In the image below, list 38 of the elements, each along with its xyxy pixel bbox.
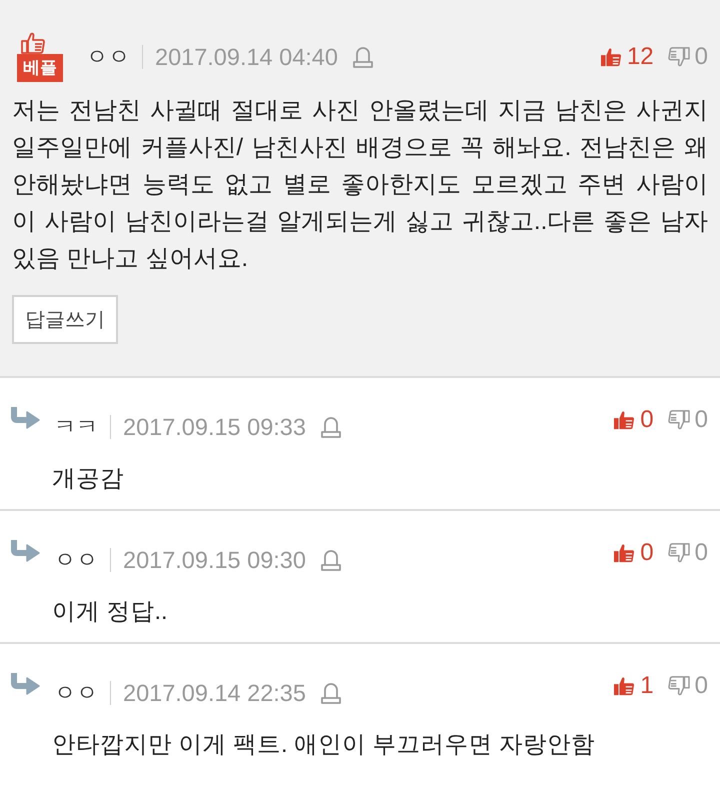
thumbs-up-icon[interactable]: [600, 47, 622, 67]
reply-arrow-icon: [10, 406, 40, 430]
dislike-count: 0: [694, 672, 708, 700]
dislike-count: 0: [694, 43, 708, 71]
author-name[interactable]: ㅇㅇ: [54, 678, 98, 708]
comment-text: 개공감: [52, 464, 125, 493]
reply-button[interactable]: 답글쓰기: [12, 295, 118, 344]
thumbs-up-icon[interactable]: [613, 410, 636, 430]
comment-date: 2017.09.15 09:33: [123, 414, 306, 440]
like-count: 1: [640, 672, 654, 700]
thumbs-down-icon[interactable]: [668, 47, 690, 67]
like-count: 0: [640, 539, 654, 567]
like-count: 0: [640, 406, 654, 434]
like-count: 12: [626, 43, 654, 71]
dislike-count: 0: [694, 539, 708, 567]
thumbs-down-icon[interactable]: [668, 410, 690, 430]
author-name[interactable]: ㅇㅇ: [54, 545, 98, 575]
thumbs-down-icon[interactable]: [668, 676, 690, 696]
reply-arrow-icon: [10, 539, 40, 563]
siren-icon[interactable]: [320, 415, 342, 439]
siren-icon[interactable]: [320, 681, 342, 705]
comment-text: 이게 정답..: [52, 597, 169, 626]
siren-icon[interactable]: [320, 548, 342, 572]
best-badge: 베플: [17, 54, 63, 82]
comment-date: 2017.09.15 09:30: [123, 546, 306, 574]
comment-date: 2017.09.14 04:40: [155, 44, 338, 70]
dislike-count: 0: [694, 406, 708, 434]
thumbs-up-icon: [20, 32, 46, 54]
thumbs-down-icon[interactable]: [668, 543, 690, 563]
thumbs-up-icon[interactable]: [613, 676, 636, 696]
comment-text: 저는 전남친 사귈때 절대로 사진 안올렸는데 지금 남친은 사귄지 일주일만에 커플사진/ 남친사진 배경으로 꼭 해놔요. 전남친은 왜 안해놨냐면 능력도 없고 별로 좋아한지도 모르겠고 주변 사람이 이 사람이 남친이라는걸 알게되는게 싫고 귀찮고..다른 좋은 남자 있음 만나고 싶어서요.: [12, 96, 708, 274]
author-name[interactable]: ㅇㅇ: [86, 42, 130, 72]
author-name[interactable]: ㅋㅋ: [54, 412, 98, 442]
siren-icon[interactable]: [352, 45, 374, 69]
thumbs-up-icon[interactable]: [613, 543, 636, 563]
comment-date: 2017.09.14 22:35: [123, 680, 306, 706]
comment-text: 안타깝지만 이게 팩트. 애인이 부끄러우면 자랑안함: [52, 730, 596, 759]
reply-arrow-icon: [10, 672, 40, 696]
